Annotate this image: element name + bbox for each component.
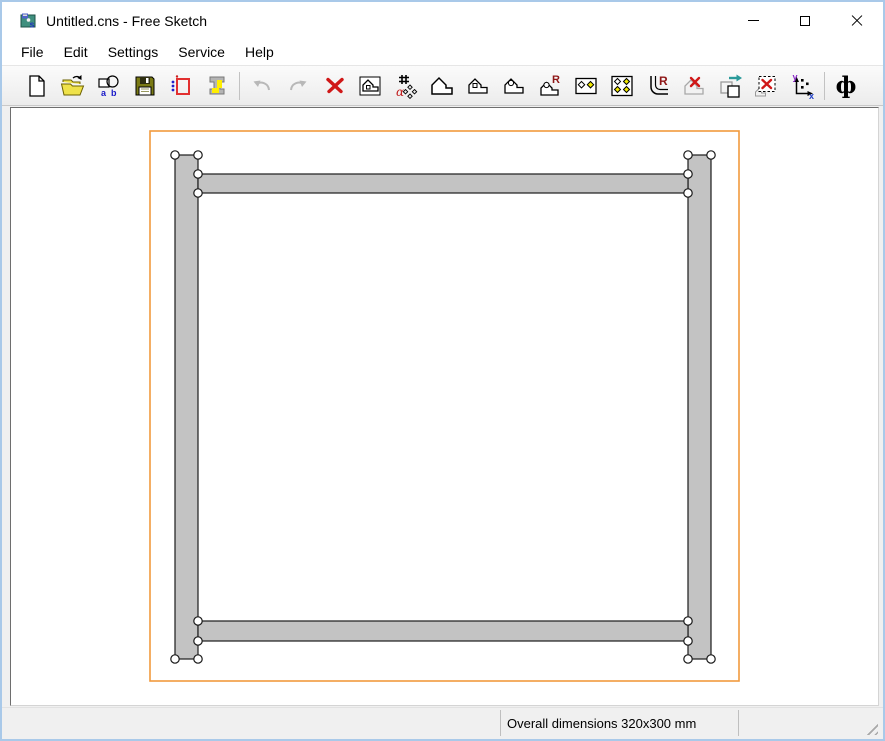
menu-edit[interactable]: Edit	[54, 41, 98, 63]
i-beam-icon	[204, 73, 230, 99]
save-as-button[interactable]: a b	[91, 69, 127, 103]
profile-button[interactable]	[199, 69, 235, 103]
four-diamonds-icon	[609, 73, 635, 99]
toolbar-separator	[824, 72, 825, 100]
frame-profiles[interactable]	[175, 155, 711, 659]
contour-button[interactable]	[424, 69, 460, 103]
nodes-pair-button[interactable]	[568, 69, 604, 103]
svg-text:R: R	[659, 74, 668, 88]
svg-text:a: a	[101, 88, 107, 98]
insert-profile-button[interactable]	[352, 69, 388, 103]
close-button[interactable]	[831, 2, 883, 39]
left-profile	[175, 155, 198, 659]
grid-alpha-icon: α	[393, 73, 419, 99]
frame-drawing	[11, 108, 880, 707]
diameter-button[interactable]: ф	[829, 69, 863, 103]
svg-text:s: s	[30, 19, 35, 29]
rename-ab-icon: a b	[96, 73, 122, 99]
window-title: Untitled.cns - Free Sketch	[46, 13, 207, 29]
delete-contour-icon	[681, 73, 707, 99]
redo-icon	[285, 73, 311, 99]
app-window: s Untitled.cns - Free Sketch File Edit S…	[0, 0, 885, 741]
svg-text:y: y	[793, 73, 798, 82]
redo-button[interactable]	[280, 69, 316, 103]
new-file-button[interactable]	[19, 69, 55, 103]
sketch-canvas[interactable]	[10, 107, 879, 706]
app-icon: s	[20, 13, 37, 29]
undo-button[interactable]	[244, 69, 280, 103]
svg-text:α: α	[396, 85, 404, 99]
two-diamonds-icon	[573, 73, 599, 99]
toolbar-separator	[239, 72, 240, 100]
axes-xy-icon: y x	[789, 73, 815, 99]
delete-selection-button[interactable]	[748, 69, 784, 103]
bottom-profile	[198, 621, 688, 641]
window-controls	[727, 2, 883, 39]
contour-circle-icon	[501, 73, 527, 99]
new-file-icon	[24, 73, 50, 99]
coordinate-axes-button[interactable]: y x	[784, 69, 820, 103]
resize-grip[interactable]	[864, 721, 878, 735]
frame-nodes[interactable]	[171, 151, 715, 663]
workspace-outline	[150, 131, 739, 681]
contour-circle-r-icon: R	[537, 73, 563, 99]
top-profile	[198, 174, 688, 193]
maximize-icon	[800, 16, 810, 26]
contour-icon	[429, 73, 455, 99]
menu-file[interactable]: File	[11, 41, 54, 63]
nodes-quad-button[interactable]	[604, 69, 640, 103]
open-folder-icon	[60, 73, 86, 99]
delete-button[interactable]	[316, 69, 352, 103]
delete-x-icon	[321, 73, 347, 99]
menu-help[interactable]: Help	[235, 41, 284, 63]
right-profile	[688, 155, 711, 659]
save-floppy-icon	[132, 73, 158, 99]
contour-round-node-button[interactable]	[496, 69, 532, 103]
profile-box-icon	[357, 73, 383, 99]
minimize-button[interactable]	[727, 2, 779, 39]
delete-contour-button[interactable]	[676, 69, 712, 103]
menu-service[interactable]: Service	[168, 41, 235, 63]
copy-squares-icon	[717, 73, 743, 99]
contour-radius-node-button[interactable]: R	[532, 69, 568, 103]
menu-bar: File Edit Settings Service Help	[2, 39, 883, 65]
frame-parameters-button[interactable]	[163, 69, 199, 103]
workspace	[2, 106, 883, 707]
svg-text:R: R	[552, 74, 560, 86]
svg-text:b: b	[111, 88, 117, 98]
undo-icon	[249, 73, 275, 99]
status-bar: Overall dimensions 320x300 mm	[2, 707, 883, 739]
toolbar: a b	[2, 65, 883, 106]
grid-settings-button[interactable]: α	[388, 69, 424, 103]
contour-square-icon	[465, 73, 491, 99]
red-frame-icon	[168, 73, 194, 99]
corner-radius-button[interactable]: R	[640, 69, 676, 103]
minimize-icon	[748, 20, 759, 21]
status-message: Overall dimensions 320x300 mm	[500, 710, 739, 736]
save-button[interactable]	[127, 69, 163, 103]
title-bar: s Untitled.cns - Free Sketch	[2, 2, 883, 39]
maximize-button[interactable]	[779, 2, 831, 39]
contour-square-node-button[interactable]	[460, 69, 496, 103]
status-panel-right	[742, 710, 879, 736]
close-icon	[851, 15, 863, 27]
dashed-box-x-icon	[753, 73, 779, 99]
open-file-button[interactable]	[55, 69, 91, 103]
corner-radius-icon: R	[645, 73, 671, 99]
copy-object-button[interactable]	[712, 69, 748, 103]
menu-settings[interactable]: Settings	[98, 41, 169, 63]
svg-text:x: x	[809, 91, 814, 99]
